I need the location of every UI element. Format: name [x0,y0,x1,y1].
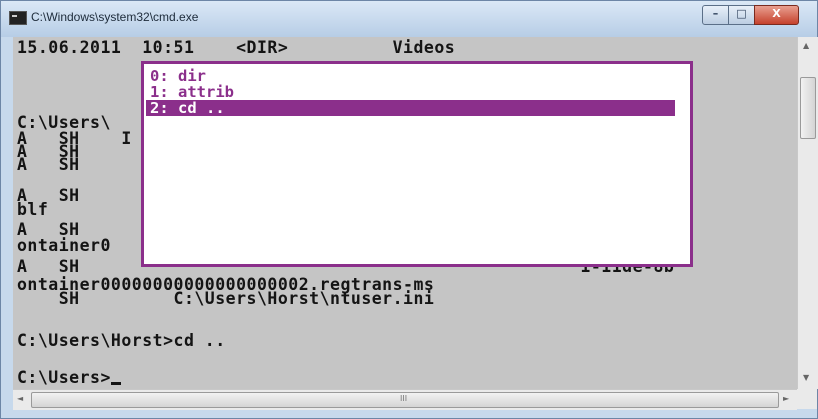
console-app-icon[interactable] [9,11,27,25]
history-item-selected[interactable]: 2: cd .. [146,100,675,116]
console-line: A SH [17,155,80,174]
title-bar[interactable]: C:\Windows\system32\cmd.exe – □ X [1,1,817,37]
console-line: ontainer0 [17,236,111,255]
text-cursor [110,382,121,385]
close-button[interactable]: X [754,5,799,25]
console-line: C:\Users\Horst>cd .. [17,331,226,350]
cmd-window: C:\Windows\system32\cmd.exe – □ X 15.06.… [0,0,818,419]
maximize-button[interactable]: □ [728,5,755,25]
minimize-icon: – [712,7,719,20]
scrollbar-corner [797,389,817,409]
console-line: 15.06.2011 10:51 <DIR> Videos [17,38,456,57]
scroll-grip-icon: III [400,394,408,403]
scroll-up-icon[interactable]: ▲ [803,41,809,50]
vertical-scrollbar[interactable]: ▲ ▼ [797,37,818,389]
command-history-popup[interactable]: 0: dir 1: attrib 2: cd .. [141,61,693,267]
scroll-right-icon[interactable]: ► [783,394,789,403]
close-icon: X [772,7,781,20]
history-item[interactable]: 1: attrib [150,84,234,100]
scroll-down-icon[interactable]: ▼ [803,373,809,382]
scroll-left-icon[interactable]: ◄ [17,394,23,403]
window-title: C:\Windows\system32\cmd.exe [31,10,199,24]
minimize-button[interactable]: – [702,5,729,25]
prompt-text: C:\Users> [17,368,111,387]
console-line: SH C:\Users\Horst\ntuser.ini [17,289,435,308]
horizontal-scroll-thumb[interactable]: III [31,392,779,408]
console-output[interactable]: 15.06.2011 10:51 <DIR> Videos tes frei C… [13,37,797,389]
horizontal-scrollbar[interactable]: ◄ III ► [13,389,797,410]
vertical-scroll-thumb[interactable] [800,77,816,139]
console-line: blf [17,200,49,219]
maximize-icon: □ [736,7,747,20]
prompt-line: C:\Users> [17,369,121,386]
history-item[interactable]: 0: dir [150,68,206,84]
